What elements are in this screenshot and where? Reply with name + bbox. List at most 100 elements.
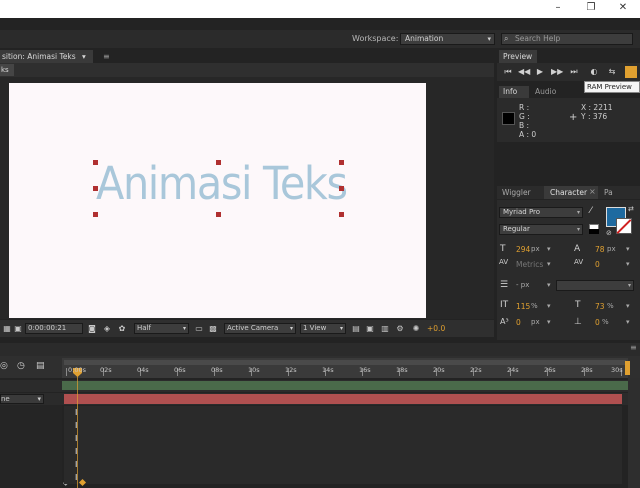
chevron-down-icon[interactable]: ▾ — [626, 302, 630, 310]
preview-tab[interactable]: Preview — [499, 50, 537, 63]
timeline-scrollbar[interactable] — [628, 378, 640, 488]
text-layer-content[interactable]: Animasi Teks — [96, 157, 348, 210]
no-color-icon[interactable]: ⊘ — [606, 229, 612, 237]
work-area-end-handle[interactable] — [625, 361, 630, 375]
black-swatch[interactable] — [589, 229, 599, 234]
exposure-value[interactable]: +0.0 — [427, 324, 445, 333]
transform-handle[interactable] — [216, 212, 221, 217]
eyedropper-icon[interactable]: ⁄ — [590, 206, 592, 216]
property-track[interactable] — [64, 419, 622, 432]
transform-handle[interactable] — [216, 160, 221, 165]
audio-tab[interactable]: Audio — [535, 86, 556, 98]
property-track[interactable] — [64, 471, 622, 484]
resolution-select[interactable]: Half ▾ — [134, 323, 189, 334]
chevron-down-icon[interactable]: ▾ — [547, 260, 551, 268]
info-tab[interactable]: Info — [499, 86, 529, 98]
toggle-pixel-aspect-icon[interactable]: ▤ — [351, 323, 361, 334]
leading-value[interactable]: 78 — [595, 245, 605, 254]
restore-icon[interactable]: ❐ — [578, 0, 604, 18]
font-style-select[interactable]: Regular ▾ — [499, 224, 583, 235]
layer-duration-bar[interactable] — [64, 394, 622, 404]
ram-preview-tooltip: RAM Preview — [584, 81, 640, 93]
color-channels-icon[interactable]: ✿ — [117, 323, 127, 334]
transform-handle[interactable] — [339, 186, 344, 191]
search-help-input[interactable]: Search Help — [501, 33, 633, 45]
property-track[interactable] — [64, 406, 622, 419]
transform-handle[interactable] — [93, 186, 98, 191]
timeline-tab-bar — [0, 343, 640, 356]
composition-sub-tab[interactable]: ks — [0, 64, 14, 76]
ram-preview-button[interactable] — [625, 66, 637, 78]
kerning-icon: AV — [499, 258, 509, 266]
swap-colors-icon[interactable]: ⇄ — [628, 205, 634, 213]
layer-property-column — [0, 405, 62, 488]
flowchart-icon[interactable]: ⚙ — [395, 323, 405, 334]
chevron-down-icon[interactable]: ▾ — [626, 318, 630, 326]
show-snapshot-icon[interactable]: ◈ — [102, 323, 112, 334]
stroke-color-swatch[interactable] — [616, 218, 632, 234]
last-frame-icon[interactable]: ⏭ — [568, 66, 580, 78]
chevron-down-icon[interactable]: ▾ — [547, 302, 551, 310]
property-track[interactable] — [64, 458, 622, 471]
horizontal-scale-value[interactable]: 73 — [595, 302, 605, 311]
vertical-scale-value[interactable]: 115 — [516, 302, 530, 311]
transform-handle[interactable] — [339, 212, 344, 217]
property-track[interactable] — [64, 445, 622, 458]
ruler-label: 0:00s — [68, 366, 86, 374]
timecode-field[interactable]: 0:00:00:21 — [25, 323, 83, 334]
motion-blur-icon[interactable]: ◎ — [0, 361, 8, 371]
layer-name-select[interactable]: ne ▾ — [0, 394, 44, 404]
composition-tab[interactable]: sition: Animasi Teks ▾ — [0, 50, 93, 63]
chevron-down-icon[interactable]: ▾ — [547, 318, 551, 326]
timeline-icon[interactable]: ▥ — [380, 323, 390, 334]
panel-menu-icon[interactable]: ≡ — [630, 343, 637, 352]
camera-view-select[interactable]: Active Camera ▾ — [224, 323, 296, 334]
chevron-down-icon[interactable]: ▾ — [547, 245, 551, 253]
close-tab-icon[interactable]: ≡ — [103, 50, 110, 63]
workspace-select[interactable]: Animation ▾ — [400, 33, 495, 45]
font-family-select[interactable]: Myriad Pro ▾ — [499, 207, 583, 218]
paragraph-tab[interactable]: Pa — [604, 188, 613, 197]
tracking-value[interactable]: 0 — [595, 260, 600, 269]
exposure-reset-icon[interactable]: ✺ — [411, 323, 421, 334]
navigator-bar[interactable] — [62, 381, 628, 390]
property-track[interactable] — [64, 432, 622, 445]
stroke-width-unit[interactable]: - px — [516, 281, 529, 289]
close-icon[interactable]: × — [589, 187, 596, 196]
region-of-interest-icon[interactable]: ▭ — [194, 323, 204, 334]
grid-icon[interactable]: ▦ — [2, 323, 12, 334]
close-icon[interactable]: ✕ — [610, 0, 636, 18]
transform-handle[interactable] — [93, 160, 98, 165]
transparency-grid-icon[interactable]: ▩ — [208, 323, 218, 334]
leading-icon: A — [574, 244, 581, 254]
mute-audio-icon[interactable]: ◐ — [588, 66, 600, 78]
baseline-shift-value[interactable]: 0 — [516, 318, 521, 327]
transform-handle[interactable] — [93, 212, 98, 217]
next-frame-icon[interactable]: ▶▶ — [551, 66, 563, 78]
tsume-value[interactable]: 0 — [595, 318, 600, 327]
fast-previews-icon[interactable]: ▣ — [365, 323, 375, 334]
camera-icon[interactable]: ◙ — [87, 323, 97, 334]
transform-handle[interactable] — [339, 160, 344, 165]
chevron-down-icon[interactable]: ▾ — [626, 245, 630, 253]
chevron-down-icon[interactable]: ▾ — [626, 260, 630, 268]
kerning-value[interactable]: Metrics — [516, 260, 543, 269]
color-swatch — [502, 112, 515, 125]
first-frame-icon[interactable]: ⏮ — [502, 66, 514, 78]
font-size-value[interactable]: 294 — [516, 245, 530, 254]
safe-zones-icon[interactable]: ▣ — [13, 323, 23, 334]
vertical-scale-unit: % — [531, 302, 538, 310]
views-layout-select[interactable]: 1 View ▾ — [300, 323, 346, 334]
stroke-style-select[interactable]: ▾ — [556, 280, 634, 291]
chevron-down-icon[interactable]: ▾ — [547, 281, 551, 289]
graph-editor-icon[interactable]: ▤ — [36, 361, 45, 371]
previous-frame-icon[interactable]: ◀◀ — [518, 66, 530, 78]
current-time-line — [77, 376, 78, 488]
play-icon[interactable]: ▶ — [534, 66, 546, 78]
loop-icon[interactable]: ⇆ — [606, 66, 618, 78]
minimize-icon[interactable]: – — [545, 0, 571, 18]
work-area-bar[interactable] — [64, 360, 626, 365]
stopwatch-icon[interactable]: ◷ — [17, 361, 25, 371]
chevron-down-icon: ▾ — [82, 52, 86, 61]
wiggler-tab[interactable]: Wiggler — [502, 188, 531, 197]
